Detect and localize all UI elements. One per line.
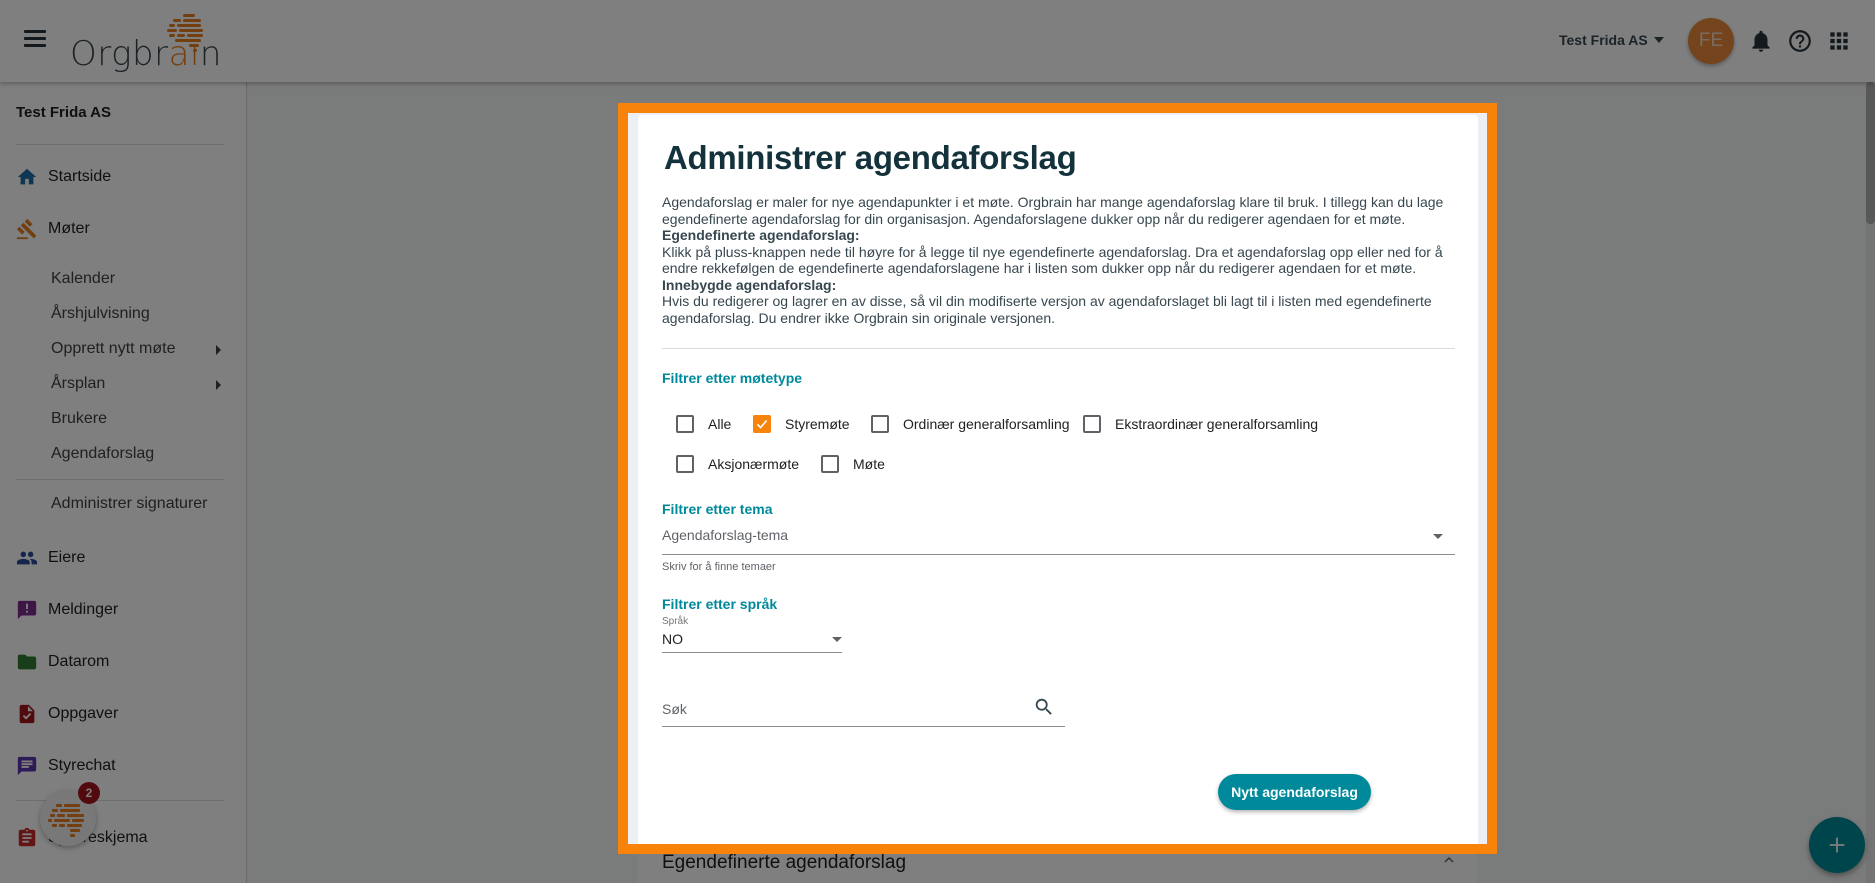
checkbox-alle[interactable]: Alle [676,415,731,433]
description-intro: Agendaforslag er maler for nye agendapun… [662,194,1444,227]
new-agenda-suggestion-button[interactable]: Nytt agendaforslag [1218,774,1371,810]
checkbox-ekstraordinaer-generalforsamling[interactable]: Ekstraordinær generalforsamling [1083,415,1318,433]
dialog-description: Agendaforslag er maler for nye agendapun… [662,194,1462,326]
checkbox-label: Alle [708,416,732,432]
checkbox-aksjonaermote[interactable]: Aksjonærmøte [676,455,799,473]
search-input[interactable]: Søk [662,691,1065,727]
checkbox-box[interactable] [676,415,694,433]
theme-helper-text: Skriv for å finne temaer [662,561,776,573]
dialog-divider [662,348,1455,349]
theme-placeholder: Agendaforslag-tema [662,527,789,543]
checkbox-label: Ordinær generalforsamling [903,416,1070,432]
theme-autocomplete-input[interactable]: Agendaforslag-tema [662,523,1455,555]
checkbox-box[interactable] [821,455,839,473]
filter-meeting-type-label: Filtrer etter møtetype [662,370,803,386]
dialog-container: Administrer agendaforslag Agendaforslag … [628,113,1487,844]
check-icon [756,419,768,429]
custom-suggestions-heading: Egendefinerte agendaforslag: [662,227,860,243]
builtin-suggestions-text: Hvis du redigerer og lagrer en av disse,… [662,293,1432,326]
checkbox-styremote[interactable]: Styremøte [753,415,850,433]
language-field-label: Språk [662,616,689,627]
checkbox-label: Møte [853,456,885,472]
checkbox-box[interactable] [676,455,694,473]
checkbox-label: Aksjonærmøte [708,456,800,472]
checkbox-ordinaer-generalforsamling[interactable]: Ordinær generalforsamling [871,415,1070,433]
dropdown-arrow-icon[interactable] [1433,534,1443,539]
search-placeholder: Søk [662,701,687,717]
dropdown-arrow-icon[interactable] [832,637,842,642]
builtin-suggestions-heading: Innebygde agendaforslag: [662,276,837,293]
checkbox-label: Ekstraordinær generalforsamling [1115,416,1319,432]
search-icon[interactable] [1033,696,1055,718]
checkbox-box-checked[interactable] [753,415,771,433]
language-value: NO [662,631,683,647]
checkbox-box[interactable] [1083,415,1101,433]
checkbox-mote[interactable]: Møte [821,455,885,473]
checkbox-label: Styremøte [785,416,850,432]
language-select[interactable]: NO [662,629,842,653]
dialog-title: Administrer agendaforslag [664,139,1077,176]
manage-agenda-suggestions-dialog: Administrer agendaforslag Agendaforslag … [638,115,1478,844]
checkbox-box[interactable] [871,415,889,433]
highlight-frame: Administrer agendaforslag Agendaforslag … [618,103,1497,854]
custom-suggestions-text: Klikk på pluss-knappen nede til høyre fo… [662,243,1443,277]
filter-language-label: Filtrer etter språk [662,596,778,612]
filter-theme-label: Filtrer etter tema [662,501,773,517]
